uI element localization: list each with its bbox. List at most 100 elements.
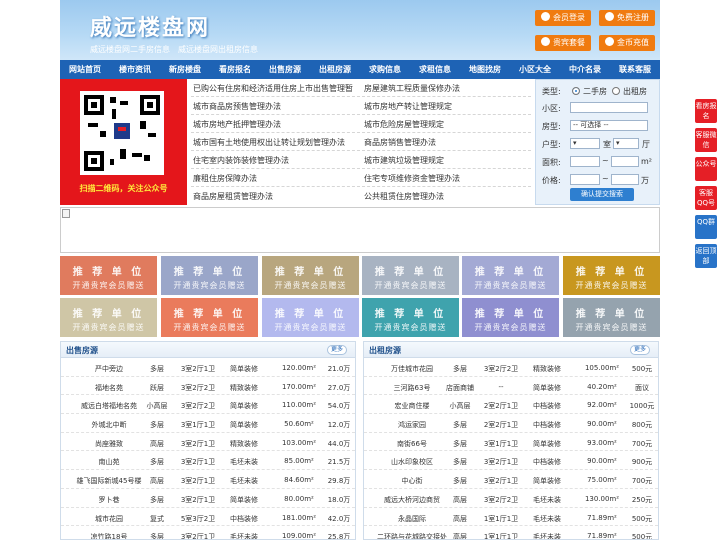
- sidebar-service-wechat[interactable]: 客服微信: [695, 128, 717, 152]
- login-button[interactable]: 会员登录: [535, 10, 591, 26]
- listing-area: 92.00m²: [587, 401, 617, 410]
- table-row[interactable]: 三河路63号 店面商铺 -- 简单装修 40.20m² 面议: [364, 377, 658, 396]
- table-row[interactable]: 福地名苑 跃层 3室2厅2卫 精致装修 170.00m² 27.0万: [61, 377, 355, 396]
- register-button[interactable]: 免费注册: [599, 10, 655, 26]
- area-max-input[interactable]: [611, 156, 639, 167]
- nav-wanted-rent[interactable]: 求租信息: [410, 60, 460, 79]
- table-row[interactable]: 山水印象校区 多层 3室2厅1卫 中档装修 90.00m² 900元: [364, 451, 658, 471]
- policy-link[interactable]: 廉租住房保障办法: [193, 173, 257, 184]
- radio-rental[interactable]: [612, 87, 620, 95]
- coin-recharge-button[interactable]: 金币充值: [599, 35, 655, 51]
- ad-slot[interactable]: 推 荐 单 位开通贵宾会员赠送: [563, 256, 660, 295]
- nav-home[interactable]: 网站首页: [60, 60, 110, 79]
- table-row[interactable]: 永晶国际 高层 1室1厅1卫 毛坯未装 71.89m² 500元: [364, 508, 658, 527]
- table-row[interactable]: 凉竹路18号 多层 3室2厅1卫 毛坯未装 109.00m² 25.8万: [61, 526, 355, 539]
- table-row[interactable]: 南山苑 多层 3室2厅1卫 毛坯未装 85.00m² 21.5万: [61, 451, 355, 471]
- price-label: 价格:: [542, 176, 561, 185]
- more-button[interactable]: 更多: [326, 345, 347, 355]
- policy-link[interactable]: 商品房屋租赁管理办法: [193, 191, 273, 202]
- nav-for-sale[interactable]: 出售房源: [260, 60, 310, 79]
- ad-slot[interactable]: 推 荐 单 位开通贵宾会员赠送: [362, 256, 459, 295]
- table-row[interactable]: 尚座雅致 高层 3室2厅1卫 精致装修 103.00m² 44.0万: [61, 433, 355, 452]
- price-min-input[interactable]: [570, 174, 600, 185]
- listing-layout: 2室2厅1卫: [483, 421, 519, 430]
- policy-link[interactable]: 房屋建筑工程质量保修办法: [364, 83, 460, 94]
- table-row[interactable]: 威远大桥河边商贸 高层 3室2厅2卫 毛坯未装 130.00m² 250元: [364, 489, 658, 508]
- table-row[interactable]: 万佳城市花园 多层 3室2厅2卫 精致装修 105.00m² 500元: [364, 358, 658, 377]
- more-button[interactable]: 更多: [629, 345, 650, 355]
- nav-for-rent[interactable]: 出租房源: [310, 60, 360, 79]
- ad-slot[interactable]: 推 荐 单 位开通贵宾会员赠送: [563, 298, 660, 337]
- ad-slot[interactable]: 推 荐 单 位开通贵宾会员赠送: [161, 298, 258, 337]
- ad-title: 推 荐 单 位: [374, 267, 447, 278]
- table-row[interactable]: 威远白塔福地名苑 小高层 3室2厅2卫 简单装修 110.00m² 54.0万: [61, 395, 355, 415]
- table-row[interactable]: 鸿运家园 多层 2室2厅1卫 中档装修 90.00m² 800元: [364, 414, 658, 433]
- policy-links: 已购公有住房和经济适用住房上市出售管理暂 城市商品房预售管理办法 城市房地产抵押…: [187, 79, 535, 205]
- radio-second-hand[interactable]: [572, 87, 580, 95]
- table-row[interactable]: 罗卜巷 多层 3室2厅1卫 简单装修 80.00m² 18.0万: [61, 489, 355, 508]
- listing-decoration: 中档装修: [533, 402, 561, 411]
- coin-icon: [605, 37, 614, 46]
- policy-link[interactable]: 商品房销售管理办法: [364, 137, 436, 148]
- table-row[interactable]: 二环路与花城路交接处 高层 1室1厅1卫 毛坯未装 71.89m² 500元: [364, 526, 658, 539]
- ad-slot[interactable]: 推 荐 单 位开通贵宾会员赠送: [462, 298, 559, 337]
- room-select[interactable]: ▾: [570, 138, 600, 149]
- listing-decoration: 精致装修: [230, 439, 258, 448]
- policy-link[interactable]: 住宅室内装饰装修管理办法: [193, 155, 289, 166]
- ad-slot[interactable]: 推 荐 单 位开通贵宾会员赠送: [262, 256, 359, 295]
- vip-package-button[interactable]: 贵宾套餐: [535, 35, 591, 51]
- table-row[interactable]: 南街66号 多层 3室1厅1卫 简单装修 93.00m² 700元: [364, 433, 658, 452]
- policy-link[interactable]: 城市房地产转让管理规定: [364, 101, 452, 112]
- nav-map-search[interactable]: 地图找房: [460, 60, 510, 79]
- policy-link[interactable]: 已购公有住房和经济适用住房上市出售管理暂: [193, 83, 353, 94]
- listing-layout: 2室2厅1卫: [483, 402, 519, 411]
- area-min-input[interactable]: [570, 156, 600, 167]
- ad-slot[interactable]: 推 荐 单 位开通贵宾会员赠送: [362, 298, 459, 337]
- search-submit-button[interactable]: 确认提交搜索: [570, 188, 634, 201]
- sidebar-viewing-signup[interactable]: 看房报名: [695, 99, 717, 123]
- ad-slot[interactable]: 推 荐 单 位开通贵宾会员赠送: [60, 298, 157, 337]
- policy-link[interactable]: 城市危险房屋管理规定: [364, 119, 444, 130]
- ad-slot[interactable]: 推 荐 单 位开通贵宾会员赠送: [462, 256, 559, 295]
- house-type-select[interactable]: -- 可选择 --: [570, 120, 648, 131]
- nav-news[interactable]: 楼市资讯: [110, 60, 160, 79]
- ad-slot[interactable]: 推 荐 单 位开通贵宾会员赠送: [262, 298, 359, 337]
- nav-contact[interactable]: 联系客服: [610, 60, 660, 79]
- ad-slot[interactable]: 推 荐 单 位开通贵宾会员赠送: [161, 256, 258, 295]
- price-max-input[interactable]: [611, 174, 639, 185]
- sidebar-qq-group[interactable]: QQ群: [695, 215, 717, 239]
- table-row[interactable]: 城市花园 复式 5室3厅2卫 中档装修 181.00m² 42.0万: [61, 508, 355, 527]
- policy-link[interactable]: 城市房地产抵押管理办法: [193, 119, 281, 130]
- hall-select[interactable]: ▾: [613, 138, 639, 149]
- nav-new-homes[interactable]: 新房楼盘: [160, 60, 210, 79]
- sidebar-official-account[interactable]: 公众号: [695, 157, 717, 181]
- policy-link[interactable]: 城市商品房预售管理办法: [193, 101, 281, 112]
- policy-link[interactable]: 城市国有土地使用权出让转让规划管理办法: [193, 137, 345, 148]
- banner-ad[interactable]: [60, 207, 660, 253]
- policy-link[interactable]: 住宅专项维修资金管理办法: [364, 173, 460, 184]
- ad-slot[interactable]: 推 荐 单 位开通贵宾会员赠送: [60, 256, 157, 295]
- divider: [191, 114, 531, 115]
- sidebar-service-qq[interactable]: 客服QQ号: [695, 186, 717, 210]
- nav-agencies[interactable]: 中介名录: [560, 60, 610, 79]
- listing-price: 27.0万: [327, 383, 351, 392]
- table-row[interactable]: 雄飞国际新城45号楼 高层 3室2厅1卫 毛坯未装 84.60m² 29.8万: [61, 470, 355, 489]
- listing-area: 93.00m²: [587, 438, 617, 447]
- table-row[interactable]: 宏业商住楼 小高层 2室2厅1卫 中档装修 92.00m² 1000元: [364, 395, 658, 415]
- back-to-top-button[interactable]: 返回顶部: [695, 244, 717, 268]
- policy-link[interactable]: 公共租赁住房管理办法: [364, 191, 444, 202]
- table-row[interactable]: 外城北中断 多层 3室1厅1卫 简单装修 50.60m² 12.0万: [61, 414, 355, 433]
- table-row[interactable]: 中心街 多层 3室2厅1卫 简单装修 75.00m² 700元: [364, 470, 658, 489]
- nav-wanted-buy[interactable]: 求购信息: [360, 60, 410, 79]
- site-logo[interactable]: 威远楼盘网: [90, 10, 210, 42]
- listing-price: 21.5万: [327, 458, 351, 467]
- table-row[interactable]: 严中旁边 多层 3室2厅1卫 简单装修 120.00m² 21.0万: [61, 358, 355, 377]
- community-input[interactable]: [570, 102, 648, 113]
- policy-link[interactable]: 城市建筑垃圾管理规定: [364, 155, 444, 166]
- listing-decoration: 简单装修: [533, 439, 561, 448]
- nav-viewing-signup[interactable]: 看房报名: [210, 60, 260, 79]
- listing-layout: 1室1厅1卫: [483, 514, 519, 523]
- nav-communities[interactable]: 小区大全: [510, 60, 560, 79]
- hall-unit: 厅: [642, 140, 650, 149]
- listing-area: 130.00m²: [584, 494, 620, 503]
